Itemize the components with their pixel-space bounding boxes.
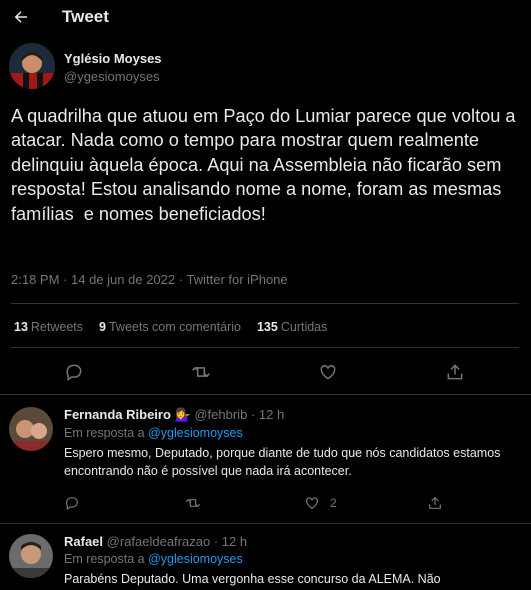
reply-context-label: Em resposta a (64, 552, 149, 566)
divider (0, 394, 531, 395)
tweet-date[interactable]: 14 de jun de 2022 (71, 272, 175, 287)
divider (0, 523, 531, 524)
likes-count: 135 (256, 320, 278, 334)
divider (11, 303, 519, 304)
retweets-label: Retweets (30, 320, 84, 334)
likes-stat[interactable]: 135 Curtidas (257, 320, 327, 334)
reply-context-label: Em resposta a (64, 426, 149, 440)
meta-separator: · (213, 534, 219, 549)
quotes-count: 9 (99, 320, 106, 334)
reply-time[interactable]: 12 h (259, 407, 284, 422)
mention-link[interactable]: @yglesiomoyses (148, 552, 243, 566)
reply-context: Em resposta a @yglesiomoyses (64, 552, 524, 566)
divider (11, 347, 519, 348)
retweets-count: 13 (14, 320, 28, 334)
meta-separator: · (63, 272, 68, 287)
avatar[interactable] (9, 43, 55, 89)
mention-link[interactable]: @yglesiomoyses (148, 426, 243, 440)
reply-text: Espero mesmo, Deputado, porque diante de… (64, 446, 501, 478)
reply-context: Em resposta a @yglesiomoyses (64, 426, 524, 440)
reply-time[interactable]: 12 h (222, 534, 247, 549)
quotes-label: Tweets com comentário (108, 320, 241, 334)
tweet-source[interactable]: Twitter for iPhone (186, 272, 287, 287)
tweet-actions (0, 360, 531, 384)
reply-header: Fernanda Ribeiro 💁‍♀️ @fehbrib · 12 h (64, 407, 524, 423)
meta-separator: · (178, 272, 184, 287)
page-title: Tweet (62, 6, 109, 26)
reply-author-name[interactable]: Rafael (64, 534, 103, 549)
tweet-time[interactable]: 2:18 PM (11, 272, 59, 287)
quotes-stat[interactable]: 9 Tweets com comentário (99, 320, 241, 334)
likes-label: Curtidas (280, 320, 328, 334)
arrow-left-icon[interactable] (11, 7, 31, 27)
retweet-icon[interactable] (189, 360, 213, 384)
reply-author-name[interactable]: Fernanda Ribeiro (64, 407, 171, 422)
reply-author-handle[interactable]: @fehbrib (194, 407, 247, 422)
meta-separator: · (250, 407, 256, 422)
tweet-stats: 13 Retweets 9 Tweets com comentário 135 Cur… (14, 320, 343, 334)
emoji: 💁‍♀️ (174, 407, 191, 422)
reply-author-handle[interactable]: @rafaeldeafrazao (107, 534, 211, 549)
reply-header: Rafael @rafaeldeafrazao · 12 h (64, 534, 524, 549)
reply-actions: 2 (64, 495, 464, 515)
tweet-text: A quadrilha que atuou em Paço do Lumiar … (11, 106, 521, 224)
reply-icon[interactable] (64, 495, 80, 511)
like-icon[interactable] (316, 360, 340, 384)
reply-icon[interactable] (62, 360, 86, 384)
share-icon[interactable] (443, 360, 467, 384)
reply-text: Parabéns Deputado. Uma vergonha esse con… (64, 572, 441, 586)
tweet-meta: 2:18 PM · 14 de jun de 2022 · Twitter fo… (11, 272, 288, 287)
like-count: 2 (330, 496, 337, 510)
like-icon[interactable] (304, 495, 320, 511)
avatar[interactable] (9, 407, 53, 451)
tweet-author[interactable]: Yglésio Moyses @ygesiomoyses (9, 43, 162, 89)
retweets-stat[interactable]: 13 Retweets (14, 320, 83, 334)
share-icon[interactable] (427, 495, 443, 511)
avatar[interactable] (9, 534, 53, 578)
retweet-icon[interactable] (184, 495, 202, 511)
author-handle[interactable]: @ygesiomoyses (64, 69, 162, 84)
author-name[interactable]: Yglésio Moyses (64, 51, 162, 66)
like-button[interactable]: 2 (304, 495, 337, 511)
top-bar: Tweet (0, 0, 531, 33)
